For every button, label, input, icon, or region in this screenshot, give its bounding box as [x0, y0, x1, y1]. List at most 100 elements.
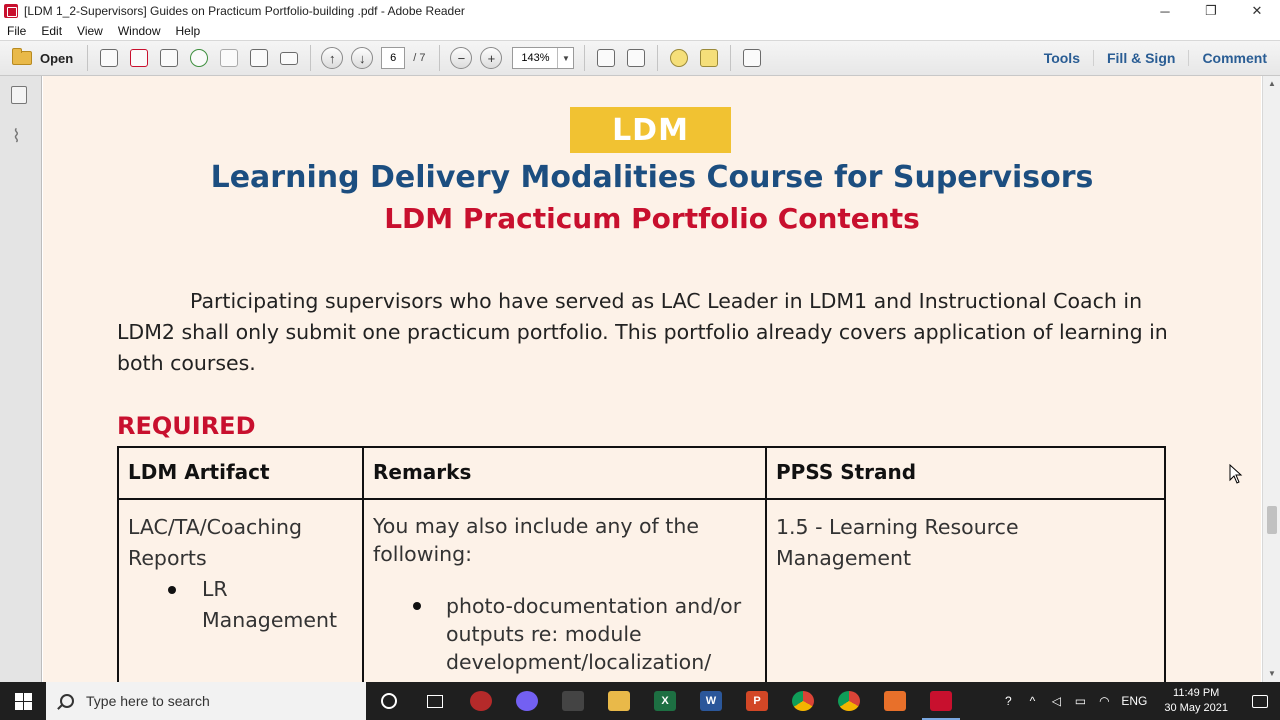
save-icon[interactable] — [214, 43, 244, 73]
taskbar: Type here to search X W P ? ^ ◁ ▭ ◠ ENG … — [0, 682, 1280, 720]
attachments-icon[interactable]: ⌇ — [12, 126, 21, 147]
comment-link[interactable]: Comment — [1188, 50, 1280, 66]
chevron-down-icon[interactable]: ▼ — [557, 48, 573, 68]
clock-time: 11:49 PM — [1173, 687, 1220, 699]
chrome-icon[interactable] — [780, 682, 826, 720]
menu-edit[interactable]: Edit — [34, 24, 70, 38]
previous-page-button[interactable]: ↑ — [317, 43, 347, 73]
powerpoint-icon[interactable]: P — [734, 682, 780, 720]
remarks-cell: You may also include any of the followin… — [362, 498, 767, 682]
orange-app-icon[interactable] — [872, 682, 918, 720]
vertical-scrollbar[interactable]: ▲ ▼ — [1262, 76, 1280, 682]
volume-icon[interactable]: ◁ — [1044, 694, 1068, 708]
zoom-select[interactable]: 143% ▼ — [512, 47, 575, 69]
help-icon[interactable]: ? — [996, 694, 1020, 708]
chrome-profile-icon[interactable] — [826, 682, 872, 720]
app-red-icon[interactable] — [458, 682, 504, 720]
cortana-icon[interactable] — [366, 682, 412, 720]
artifact-name: LAC/TA/Coaching Reports — [128, 515, 303, 570]
adobe-reader-taskbar-icon[interactable] — [918, 682, 964, 720]
toolbar-divider — [310, 45, 312, 71]
navigation-pane: ⌇ — [0, 76, 42, 682]
scroll-down-icon[interactable]: ▼ — [1263, 666, 1280, 682]
upload-cloud-icon[interactable] — [184, 43, 214, 73]
email-icon[interactable] — [274, 43, 304, 73]
header-remarks: Remarks — [362, 446, 767, 500]
ldm-badge: LDM — [570, 107, 731, 153]
fill-sign-link[interactable]: Fill & Sign — [1092, 50, 1188, 66]
edit-pdf-icon[interactable] — [154, 43, 184, 73]
wifi-icon[interactable]: ◠ — [1092, 694, 1116, 708]
tools-link[interactable]: Tools — [1031, 50, 1093, 66]
highlight-icon[interactable] — [694, 43, 724, 73]
word-icon[interactable]: W — [688, 682, 734, 720]
artifact-bullet: LR Management — [128, 574, 352, 636]
page-total: / 7 — [413, 52, 426, 64]
create-pdf-icon[interactable] — [94, 43, 124, 73]
header-ppss-strand: PPSS Strand — [765, 446, 1166, 500]
restore-button[interactable]: ❐ — [1188, 0, 1234, 22]
minimize-button[interactable]: ─ — [1142, 0, 1188, 22]
menu-view[interactable]: View — [70, 24, 111, 38]
full-screen-icon[interactable] — [737, 43, 767, 73]
fit-width-icon[interactable] — [621, 43, 651, 73]
adobe-reader-icon — [4, 4, 18, 18]
start-button[interactable] — [0, 682, 46, 720]
artifacts-table: LDM Artifact Remarks PPSS Strand LAC/TA/… — [117, 446, 1166, 682]
plus-icon: + — [480, 47, 503, 69]
zoom-value: 143% — [521, 52, 550, 64]
taskbar-search[interactable]: Type here to search — [46, 682, 366, 720]
toolbar-divider — [584, 45, 586, 71]
search-placeholder: Type here to search — [86, 693, 210, 709]
document-viewport[interactable]: LDM Learning Delivery Modalities Course … — [43, 76, 1261, 682]
window-controls: ─ ❐ ✕ — [1142, 0, 1280, 22]
folder-icon — [12, 48, 32, 65]
convert-pdf-icon[interactable] — [124, 43, 154, 73]
menu-bar: File Edit View Window Help — [0, 22, 1280, 40]
toolbar-divider — [439, 45, 441, 71]
document-title: Learning Delivery Modalities Course for … — [210, 160, 1094, 195]
sticky-note-icon[interactable] — [664, 43, 694, 73]
artifact-cell: LAC/TA/Coaching Reports LR Management — [117, 498, 364, 682]
scroll-thumb[interactable] — [1267, 506, 1277, 534]
menu-file[interactable]: File — [0, 24, 34, 38]
print-icon[interactable] — [244, 43, 274, 73]
file-explorer-icon[interactable] — [596, 682, 642, 720]
table-header-row: LDM Artifact Remarks PPSS Strand — [117, 446, 1166, 500]
clock[interactable]: 11:49 PM 30 May 2021 — [1152, 686, 1240, 716]
task-view-icon[interactable] — [412, 682, 458, 720]
clock-date: 30 May 2021 — [1164, 702, 1228, 714]
required-heading: REQUIRED — [117, 412, 256, 440]
document-subtitle: LDM Practicum Portfolio Contents — [384, 202, 920, 235]
toolbar: Open ↑ ↓ 6 / 7 − + 143% ▼ Tools Fill & S… — [0, 40, 1280, 76]
menu-window[interactable]: Window — [111, 24, 169, 38]
system-tray: ? ^ ◁ ▭ ◠ ENG 11:49 PM 30 May 2021 — [996, 682, 1280, 720]
zoom-in-button[interactable]: + — [476, 43, 506, 73]
excel-icon[interactable]: X — [642, 682, 688, 720]
window-title: [LDM 1_2-Supervisors] Guides on Practicu… — [24, 4, 465, 18]
open-button[interactable]: Open — [4, 43, 81, 73]
zoom-out-button[interactable]: − — [446, 43, 476, 73]
title-bar: [LDM 1_2-Supervisors] Guides on Practicu… — [0, 0, 1280, 22]
taskbar-apps: X W P — [366, 682, 964, 720]
page-thumbnails-icon[interactable] — [7, 86, 27, 106]
arrow-down-icon: ↓ — [351, 47, 374, 69]
menu-help[interactable]: Help — [169, 24, 209, 38]
scroll-up-icon[interactable]: ▲ — [1263, 76, 1280, 92]
table-row: LAC/TA/Coaching Reports LR Management Yo… — [117, 498, 1166, 682]
toolbar-divider — [87, 45, 89, 71]
remarks-bullet: photo-documentation and/or outputs re: m… — [373, 592, 755, 676]
fit-page-icon[interactable] — [591, 43, 621, 73]
battery-icon[interactable]: ▭ — [1068, 694, 1092, 708]
minus-icon: − — [450, 47, 473, 69]
close-button[interactable]: ✕ — [1234, 0, 1280, 22]
windows-icon — [14, 692, 32, 710]
notifications-icon[interactable] — [1240, 682, 1280, 720]
strand-cell: 1.5 - Learning Resource Management — [765, 498, 1166, 682]
viber-icon[interactable] — [504, 682, 550, 720]
chevron-up-icon[interactable]: ^ — [1020, 694, 1044, 708]
next-page-button[interactable]: ↓ — [347, 43, 377, 73]
screen-recorder-icon[interactable] — [550, 682, 596, 720]
page-number-input[interactable]: 6 — [381, 47, 406, 69]
language-indicator[interactable]: ENG — [1116, 694, 1152, 708]
